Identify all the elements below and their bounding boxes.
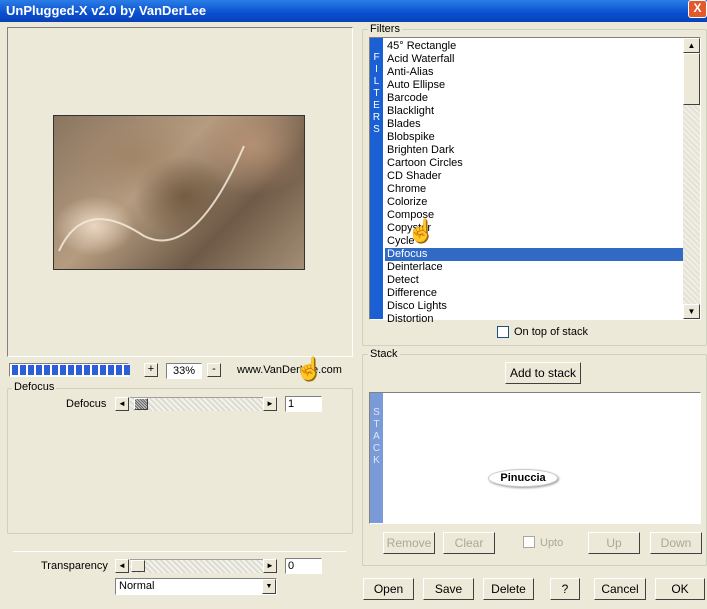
up-button[interactable]: Up [588, 532, 640, 554]
progress-block [60, 365, 66, 375]
down-button[interactable]: Down [650, 532, 702, 554]
close-button[interactable]: X [688, 0, 707, 18]
website-link[interactable]: www.VanDerLee.com [237, 364, 342, 376]
window-title: UnPlugged-X v2.0 by VanDerLee [6, 3, 207, 18]
filters-list[interactable]: FILTERS 45° Rectangle Acid Waterfall Anti-… [369, 37, 701, 325]
scroll-thumb[interactable] [683, 53, 700, 105]
progress-block [124, 365, 130, 375]
zoom-out-button[interactable]: - [207, 363, 221, 377]
progress-block [12, 365, 18, 375]
filter-list-item[interactable]: Blades [385, 118, 683, 131]
filters-scrollbar[interactable]: ▲ ▼ [683, 38, 700, 319]
filter-list-item[interactable]: Blacklight [385, 105, 683, 118]
progress-block [36, 365, 42, 375]
zoom-in-button[interactable]: + [144, 363, 158, 377]
filter-list-item[interactable]: Difference [385, 287, 683, 300]
filter-list-item[interactable]: Defocus [385, 248, 683, 261]
filter-params-label: Defocus [12, 381, 57, 393]
upto-checkbox[interactable] [523, 536, 535, 548]
filter-items: 45° Rectangle Acid Waterfall Anti-Alias Aut… [385, 40, 683, 326]
on-top-checkbox[interactable] [497, 326, 509, 338]
stack-list[interactable]: STACK [369, 392, 701, 524]
delete-button[interactable]: Delete [483, 578, 534, 600]
divider [13, 551, 346, 552]
add-to-stack-button[interactable]: Add to stack [505, 362, 581, 384]
transparency-label: Transparency [41, 560, 108, 572]
stack-vertical-label: STACK [370, 393, 383, 523]
progress-block [28, 365, 34, 375]
scroll-down-button[interactable]: ▼ [683, 304, 700, 319]
filter-list-item[interactable]: Blobspike [385, 131, 683, 144]
stack-group-label: Stack [368, 348, 400, 360]
filter-list-item[interactable]: Distortion [385, 313, 683, 326]
transparency-value-input[interactable]: 0 [285, 558, 322, 574]
filter-list-item[interactable]: Barcode [385, 92, 683, 105]
defocus-slider[interactable] [130, 397, 263, 411]
progress-block [52, 365, 58, 375]
pointing-hand-icon: ☝ [295, 356, 323, 381]
filter-list-item[interactable]: Detect [385, 274, 683, 287]
pointing-hand-icon: ☝ [407, 218, 435, 243]
on-top-label: On top of stack [514, 326, 588, 338]
remove-button[interactable]: Remove [383, 532, 435, 554]
scroll-up-button[interactable]: ▲ [683, 38, 700, 53]
defocus-decrease-button[interactable]: ◄ [115, 397, 129, 411]
chevron-down-icon[interactable]: ▼ [262, 579, 276, 594]
defocus-param-label: Defocus [66, 398, 107, 410]
defocus-slider-thumb[interactable] [134, 398, 148, 410]
progress-block [92, 365, 98, 375]
help-button[interactable]: ? [550, 578, 580, 600]
transparency-slider[interactable] [130, 559, 263, 573]
progress-block [76, 365, 82, 375]
pinuccia-watermark: Pinuccia [488, 469, 558, 487]
upto-label: Upto [540, 537, 564, 549]
progress-block [108, 365, 114, 375]
filter-list-item[interactable]: CD Shader [385, 170, 683, 183]
defocus-increase-button[interactable]: ► [263, 397, 277, 411]
filter-list-item[interactable]: Brighten Dark [385, 144, 683, 157]
progress-block [116, 365, 122, 375]
filter-list-item[interactable]: Cartoon Circles [385, 157, 683, 170]
filter-list-item[interactable]: Colorize [385, 196, 683, 209]
save-button[interactable]: Save [423, 578, 474, 600]
filter-list-item[interactable]: 45° Rectangle [385, 40, 683, 53]
open-button[interactable]: Open [363, 578, 414, 600]
cancel-button[interactable]: Cancel [594, 578, 646, 600]
zoom-level: 33% [166, 363, 202, 379]
transparency-slider-thumb[interactable] [131, 560, 145, 572]
clear-button[interactable]: Clear [443, 532, 495, 554]
filters-group-label: Filters [368, 23, 402, 35]
blend-mode-select[interactable]: Normal ▼ [115, 578, 277, 595]
filter-list-item[interactable]: Anti-Alias [385, 66, 683, 79]
progress-block [68, 365, 74, 375]
filter-list-item[interactable]: Auto Ellipse [385, 79, 683, 92]
progress-block [100, 365, 106, 375]
preview-image [53, 115, 305, 270]
defocus-value-input[interactable]: 1 [285, 396, 322, 412]
progress-block [20, 365, 26, 375]
filter-list-item[interactable]: Deinterlace [385, 261, 683, 274]
transparency-increase-button[interactable]: ► [263, 559, 277, 573]
progress-block [84, 365, 90, 375]
filter-list-item[interactable]: Chrome [385, 183, 683, 196]
transparency-decrease-button[interactable]: ◄ [115, 559, 129, 573]
blend-mode-value: Normal [119, 580, 155, 592]
progress-block [44, 365, 50, 375]
filter-list-item[interactable]: Acid Waterfall [385, 53, 683, 66]
ok-button[interactable]: OK [655, 578, 705, 600]
filters-vertical-label: FILTERS [370, 38, 383, 319]
filter-list-item[interactable]: Disco Lights [385, 300, 683, 313]
progress-bar [9, 363, 130, 377]
